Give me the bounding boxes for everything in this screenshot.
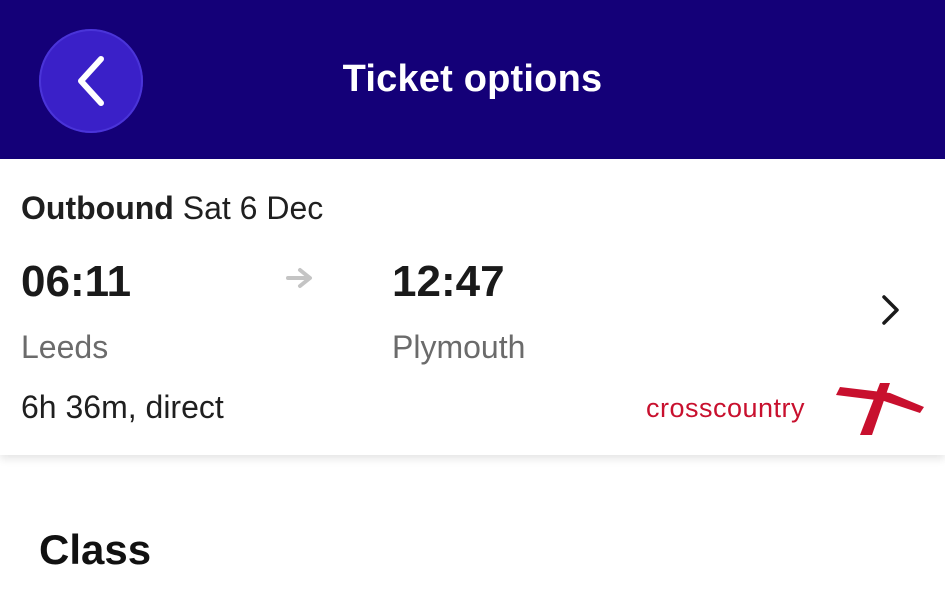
journey-duration: 6h 36m, direct — [21, 389, 224, 425]
operator-logo: crosscountry — [644, 381, 929, 437]
destination-station: Plymouth — [392, 329, 526, 365]
top-app-bar: Ticket options — [0, 0, 945, 159]
crosscountry-x-mark-icon — [836, 383, 924, 435]
departure-time: 06:11 — [21, 257, 132, 306]
chevron-right-icon — [882, 295, 899, 325]
direction-label: Outbound — [21, 190, 174, 226]
origin-station: Leeds — [21, 329, 109, 365]
journey-direction-line: Outbound Sat 6 Dec — [21, 190, 323, 227]
journey-date: Sat 6 Dec — [182, 190, 324, 226]
arrow-right-icon — [286, 268, 312, 288]
journey-summary-card[interactable]: Outbound Sat 6 Dec 06:11 12:47 Leeds Ply… — [0, 159, 945, 455]
arrival-time: 12:47 — [392, 257, 505, 306]
operator-name: crosscountry — [646, 393, 806, 423]
page-title: Ticket options — [342, 58, 603, 100]
class-section-heading: Class — [39, 526, 152, 573]
